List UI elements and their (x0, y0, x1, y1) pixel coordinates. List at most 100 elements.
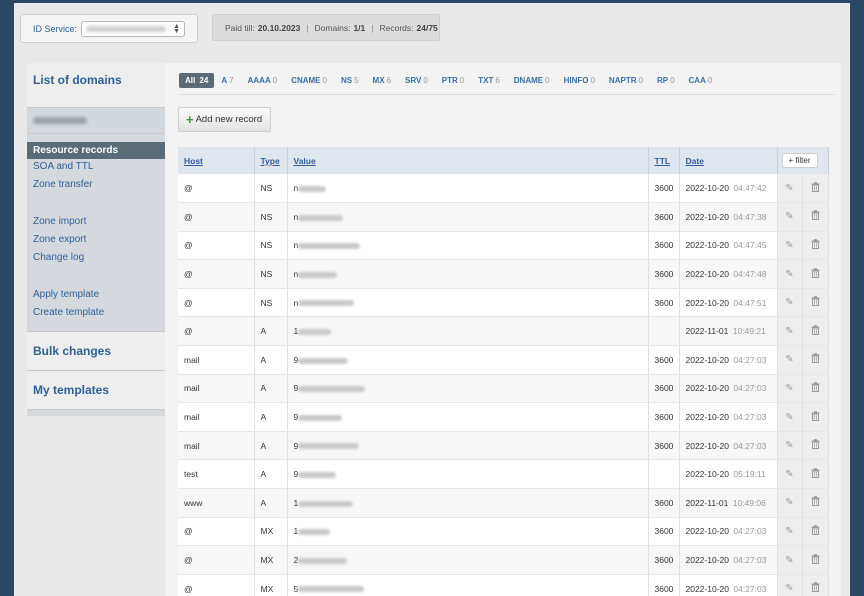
trash-icon[interactable] (811, 525, 820, 538)
table-header-row: Host Type Value TTL Date + filter (178, 147, 829, 174)
value-redacted (298, 586, 365, 593)
cell-ttl: 3600 (648, 345, 680, 375)
cell-value: n (287, 288, 649, 318)
add-record-button[interactable]: + Add new record (178, 107, 271, 132)
filter-hinfo[interactable]: HINFO 0 (564, 76, 595, 85)
sidebar-item-change-log[interactable]: Change log (27, 250, 165, 268)
edit-pencil-icon[interactable]: ✎ (785, 383, 793, 394)
sidebar-item-zone-transfer[interactable]: Zone transfer (27, 177, 165, 195)
cell-date: 2022-10-20 04:47:38 (679, 202, 778, 232)
trash-icon[interactable] (811, 382, 820, 395)
filter-ptr[interactable]: PTR 0 (442, 76, 464, 85)
edit-pencil-icon[interactable]: ✎ (785, 583, 793, 594)
cell-delete (802, 345, 829, 375)
cell-host: mail (178, 402, 255, 432)
trash-icon[interactable] (811, 324, 820, 338)
edit-pencil-icon[interactable]: ✎ (785, 497, 793, 508)
service-info-bar: Paid till: 20.10.2023 | Domains: 1/1 | R… (212, 14, 440, 41)
cell-delete (802, 288, 829, 318)
edit-pencil-icon[interactable]: ✎ (785, 211, 793, 222)
sidebar-item-zone-export[interactable]: Zone export (27, 232, 165, 250)
trash-icon[interactable] (811, 439, 820, 452)
cell-type: MX (254, 517, 288, 547)
sidebar-item-apply-template[interactable]: Apply template (27, 287, 165, 305)
add-filter-button[interactable]: + filter (781, 153, 818, 168)
trash-icon[interactable] (811, 181, 820, 195)
cell-delete (802, 174, 829, 204)
filter-srv[interactable]: SRV 0 (405, 76, 428, 85)
table-row: @ MX 1 3600 2022-10-20 04:27:03 ✎ (178, 517, 829, 547)
col-date[interactable]: Date (679, 147, 778, 174)
trash-icon[interactable] (811, 353, 820, 366)
trash-icon[interactable] (811, 296, 820, 309)
select-arrows-icon: ▲ ▼ (173, 22, 181, 35)
sidebar-item-resource-records[interactable]: Resource records (27, 142, 165, 159)
edit-pencil-icon[interactable]: ✎ (785, 526, 793, 537)
col-ttl[interactable]: TTL (648, 147, 680, 174)
cell-ttl: 3600 (648, 431, 680, 461)
my-templates-link[interactable]: My templates (27, 370, 165, 410)
trash-icon[interactable] (811, 410, 820, 424)
list-of-domains-link[interactable]: List of domains (27, 63, 165, 107)
cell-ttl (648, 316, 680, 347)
value-redacted (298, 243, 361, 250)
filter-naptr[interactable]: NAPTR 0 (609, 76, 643, 85)
cell-date: 2022-10-20 04:27:03 (679, 402, 778, 432)
edit-pencil-icon[interactable]: ✎ (785, 240, 793, 251)
cell-type: A (254, 316, 288, 347)
sidebar-item-zone-import[interactable]: Zone import (27, 214, 165, 232)
filter-cname[interactable]: CNAME 0 (291, 76, 327, 85)
id-service-select[interactable]: ▲ ▼ (81, 20, 186, 37)
col-type[interactable]: Type (254, 147, 288, 174)
filter-ns[interactable]: NS 5 (341, 76, 359, 85)
sidebar-item-create-template[interactable]: Create template (27, 305, 165, 323)
trash-icon[interactable] (811, 496, 820, 509)
cell-type: MX (254, 574, 288, 596)
trash-icon[interactable] (811, 267, 820, 281)
edit-pencil-icon[interactable]: ✎ (785, 440, 793, 451)
cell-ttl: 3600 (648, 402, 680, 432)
edit-pencil-icon[interactable]: ✎ (785, 269, 793, 280)
date-value: 2022-10-20 (685, 354, 729, 365)
cell-host: @ (178, 231, 255, 261)
edit-pencil-icon[interactable]: ✎ (785, 354, 793, 365)
trash-icon[interactable] (811, 239, 820, 252)
trash-icon[interactable] (811, 553, 820, 567)
cell-edit: ✎ (777, 374, 803, 404)
edit-pencil-icon[interactable]: ✎ (785, 412, 793, 423)
value-redacted (298, 386, 366, 393)
trash-icon[interactable] (811, 210, 820, 223)
date-value: 2022-10-20 (685, 183, 729, 194)
cell-type: NS (254, 288, 288, 318)
trash-icon[interactable] (811, 582, 820, 595)
domain-name-redacted (33, 117, 87, 124)
filter-a[interactable]: A7 (221, 76, 233, 85)
filter-all[interactable]: All 24 (179, 72, 215, 88)
cell-edit: ✎ (777, 517, 803, 547)
edit-pencil-icon[interactable]: ✎ (785, 469, 793, 480)
edit-pencil-icon[interactable]: ✎ (785, 183, 793, 194)
time-value: 04:47:51 (733, 297, 767, 308)
cell-type: NS (254, 231, 288, 261)
filter-rp[interactable]: RP 0 (657, 76, 675, 85)
sidebar: List of domains Resource records SOA and… (27, 63, 165, 416)
date-value: 2022-11-01 (685, 326, 729, 337)
cell-edit: ✎ (777, 545, 803, 575)
filter-mx[interactable]: MX 6 (373, 76, 391, 85)
edit-pencil-icon[interactable]: ✎ (785, 555, 793, 566)
edit-pencil-icon[interactable]: ✎ (785, 326, 793, 337)
col-value[interactable]: Value (287, 147, 649, 174)
edit-pencil-icon[interactable]: ✎ (785, 297, 793, 308)
col-host[interactable]: Host (178, 147, 255, 174)
filter-dname[interactable]: DNAME 0 (514, 76, 550, 85)
table-row: @ NS n 3600 2022-10-20 04:47:38 ✎ (178, 202, 829, 232)
cell-host: @ (178, 545, 255, 575)
filter-aaaa[interactable]: AAAA 0 (248, 76, 278, 85)
trash-icon[interactable] (811, 467, 820, 481)
filter-caa[interactable]: CAA 0 (689, 76, 713, 85)
filter-txt[interactable]: TXT 6 (478, 76, 500, 85)
bulk-changes-link[interactable]: Bulk changes (27, 331, 165, 370)
cell-delete (802, 545, 829, 575)
current-domain[interactable] (27, 108, 165, 134)
sidebar-item-soa-ttl[interactable]: SOA and TTL (27, 159, 165, 177)
